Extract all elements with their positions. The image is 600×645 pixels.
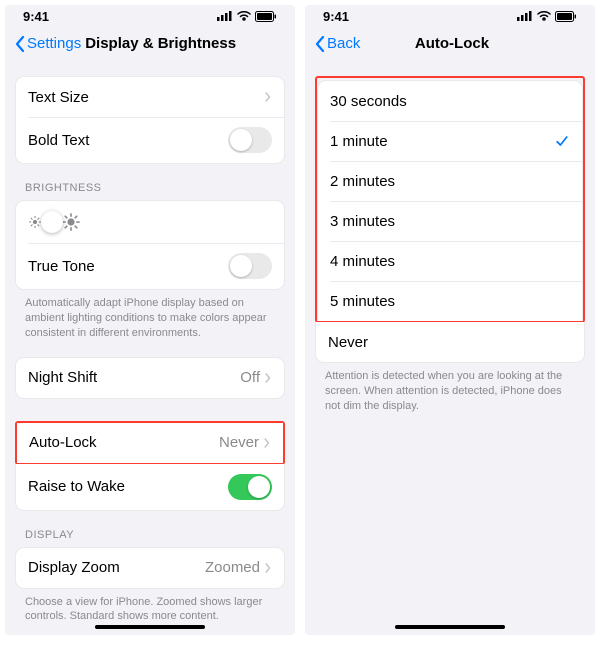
auto-lock-footer: Attention is detected when you are looki… — [325, 369, 575, 414]
bold-text-switch[interactable] — [228, 127, 272, 153]
display-zoom-value: Zoomed — [205, 559, 260, 576]
bold-text-label: Bold Text — [28, 132, 89, 149]
phone-left: 9:41 Settings Display & Brightness Text … — [5, 5, 295, 635]
signal-icon — [517, 11, 533, 21]
true-tone-label: True Tone — [28, 258, 95, 275]
brightness-slider-row — [16, 201, 284, 243]
option-label: Never — [328, 334, 368, 351]
battery-icon — [255, 11, 277, 22]
status-indicators — [217, 11, 277, 22]
option-2-minutes[interactable]: 2 minutes — [318, 161, 582, 201]
sun-small-icon — [28, 215, 42, 229]
auto-lock-options-highlight: 30 seconds 1 minute 2 minutes 3 minutes … — [315, 76, 585, 323]
home-indicator[interactable] — [95, 625, 205, 629]
back-label: Back — [327, 35, 360, 52]
option-4-minutes[interactable]: 4 minutes — [318, 241, 582, 281]
option-label: 1 minute — [330, 133, 388, 150]
true-tone-switch[interactable] — [228, 253, 272, 279]
wifi-icon — [537, 11, 551, 21]
option-3-minutes[interactable]: 3 minutes — [318, 201, 582, 241]
status-time: 9:41 — [323, 9, 349, 24]
raise-to-wake-switch[interactable] — [228, 474, 272, 500]
option-label: 30 seconds — [330, 93, 407, 110]
home-indicator[interactable] — [395, 625, 505, 629]
raise-to-wake-label: Raise to Wake — [28, 478, 125, 495]
auto-lock-highlight: Auto-Lock Never — [15, 421, 285, 465]
bold-text-row: Bold Text — [16, 117, 284, 163]
status-indicators — [517, 11, 577, 22]
back-button[interactable]: Settings — [15, 35, 81, 52]
display-zoom-row[interactable]: Display Zoom Zoomed — [16, 548, 284, 588]
option-label: 4 minutes — [330, 253, 395, 270]
checkmark-icon — [554, 133, 570, 149]
chevron-left-icon — [315, 36, 325, 52]
signal-icon — [217, 11, 233, 21]
night-shift-value: Off — [240, 369, 260, 386]
display-header: DISPLAY — [25, 529, 275, 541]
brightness-header: BRIGHTNESS — [25, 182, 275, 194]
auto-lock-label: Auto-Lock — [29, 434, 97, 451]
battery-icon — [555, 11, 577, 22]
option-never[interactable]: Never — [316, 322, 584, 362]
status-time: 9:41 — [23, 9, 49, 24]
chevron-right-icon — [264, 91, 272, 103]
chevron-right-icon — [264, 562, 272, 574]
option-5-minutes[interactable]: 5 minutes — [318, 281, 582, 321]
true-tone-footer: Automatically adapt iPhone display based… — [25, 296, 275, 341]
text-size-row[interactable]: Text Size — [16, 77, 284, 117]
option-1-minute[interactable]: 1 minute — [318, 121, 582, 161]
scroll-content[interactable]: Text Size Bold Text BRIGHTNESS — [5, 62, 295, 635]
night-shift-label: Night Shift — [28, 369, 97, 386]
chevron-right-icon — [264, 372, 272, 384]
nav-bar: Back Auto-Lock — [305, 27, 595, 62]
auto-lock-value: Never — [219, 434, 259, 451]
back-button[interactable]: Back — [315, 35, 360, 52]
true-tone-row: True Tone — [16, 243, 284, 289]
option-label: 5 minutes — [330, 293, 395, 310]
display-zoom-footer: Choose a view for iPhone. Zoomed shows l… — [25, 595, 275, 625]
night-shift-row[interactable]: Night Shift Off — [16, 358, 284, 398]
text-size-label: Text Size — [28, 89, 89, 106]
chevron-left-icon — [15, 36, 25, 52]
option-label: 2 minutes — [330, 173, 395, 190]
phone-right: 9:41 Back Auto-Lock 30 seconds 1 minute … — [305, 5, 595, 635]
raise-to-wake-row: Raise to Wake — [16, 464, 284, 510]
scroll-content[interactable]: 30 seconds 1 minute 2 minutes 3 minutes … — [305, 62, 595, 635]
status-bar: 9:41 — [305, 5, 595, 27]
option-30-seconds[interactable]: 30 seconds — [318, 81, 582, 121]
page-title: Display & Brightness — [85, 35, 236, 52]
sun-large-icon — [62, 213, 80, 231]
status-bar: 9:41 — [5, 5, 295, 27]
back-label: Settings — [27, 35, 81, 52]
option-label: 3 minutes — [330, 213, 395, 230]
auto-lock-row[interactable]: Auto-Lock Never — [17, 423, 283, 463]
nav-bar: Settings Display & Brightness — [5, 27, 295, 62]
display-zoom-label: Display Zoom — [28, 559, 120, 576]
chevron-right-icon — [263, 437, 271, 449]
wifi-icon — [237, 11, 251, 21]
